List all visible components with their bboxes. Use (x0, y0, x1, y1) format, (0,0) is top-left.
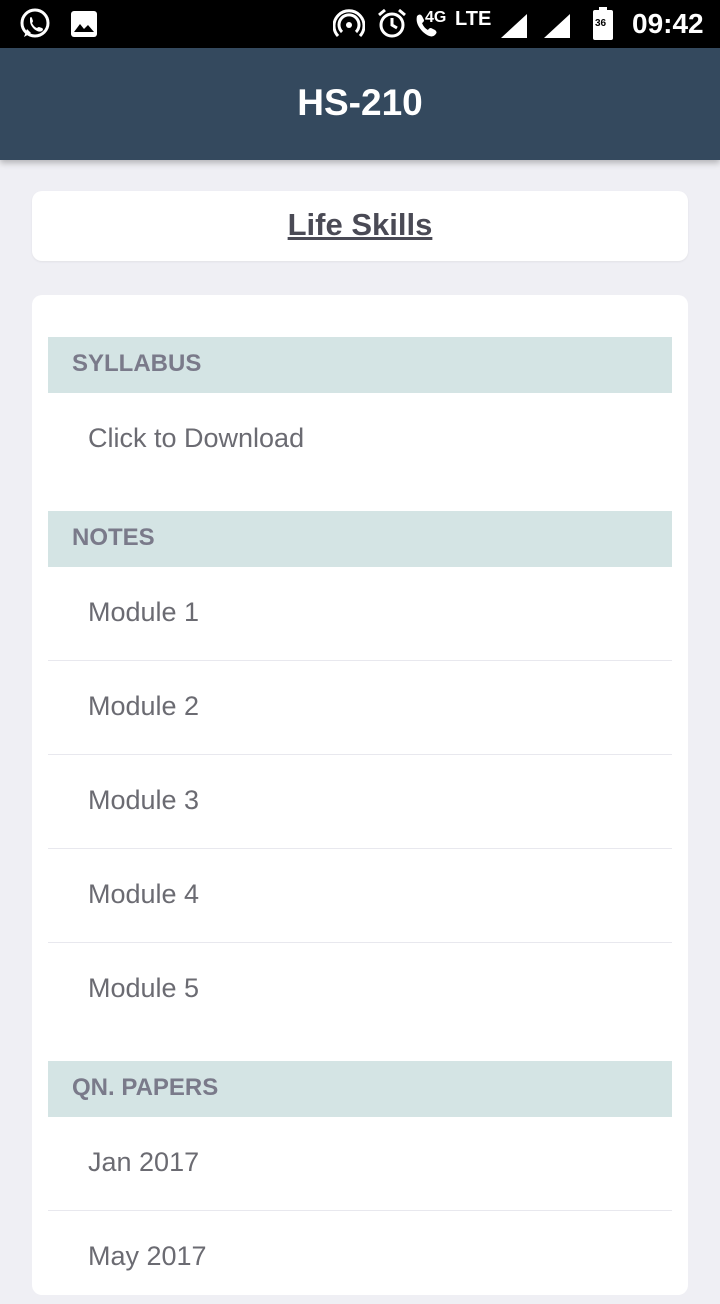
list-item-module-4[interactable]: Module 4 (48, 849, 672, 943)
section-header-syllabus: SYLLABUS (48, 337, 672, 393)
list-item-may-2017[interactable]: May 2017 (48, 1211, 672, 1304)
battery-level: 36 (595, 18, 607, 29)
list-item-label: Module 2 (88, 691, 200, 721)
page-title: HS-210 (297, 82, 423, 123)
subject-title-link[interactable]: Life Skills (32, 207, 688, 243)
hotspot-icon (332, 9, 366, 44)
list-item-module-5[interactable]: Module 5 (48, 943, 672, 1036)
status-bar: 4G LTE 36 09:42 (0, 0, 720, 48)
list-item-label: May 2017 (88, 1241, 207, 1271)
list-item-label: Module 3 (88, 785, 200, 815)
list-item-module-1[interactable]: Module 1 (48, 567, 672, 661)
section-header-label: QN. PAPERS (72, 1074, 219, 1101)
section-header-label: SYLLABUS (72, 350, 202, 377)
list-item-label: Module 1 (88, 597, 200, 627)
image-icon (70, 10, 98, 43)
materials-list: SYLLABUS Click to Download NOTES Module … (32, 295, 688, 1295)
list-item-jan-2017[interactable]: Jan 2017 (48, 1117, 672, 1211)
clock: 09:42 (632, 8, 704, 39)
list-item-syllabus-download[interactable]: Click to Download (48, 393, 672, 486)
app-bar: HS-210 (0, 48, 720, 160)
network-4g-label: 4G (425, 9, 447, 26)
section-header-label: NOTES (72, 524, 155, 551)
list-item-label: Click to Download (88, 423, 305, 453)
list-item-label: Module 4 (88, 879, 200, 909)
signal-icon (542, 12, 572, 45)
list-item-label: Module 5 (88, 973, 200, 1003)
section-header-qn-papers: QN. PAPERS (48, 1061, 672, 1117)
alarm-icon (376, 7, 408, 44)
subject-title-card: Life Skills (32, 191, 688, 261)
list-item-module-2[interactable]: Module 2 (48, 661, 672, 755)
signal-icon (499, 12, 529, 45)
section-header-notes: NOTES (48, 511, 672, 567)
list-item-label: Jan 2017 (88, 1147, 200, 1177)
list-item-module-3[interactable]: Module 3 (48, 755, 672, 849)
whatsapp-icon (18, 7, 52, 46)
network-lte-label: LTE (455, 8, 492, 30)
